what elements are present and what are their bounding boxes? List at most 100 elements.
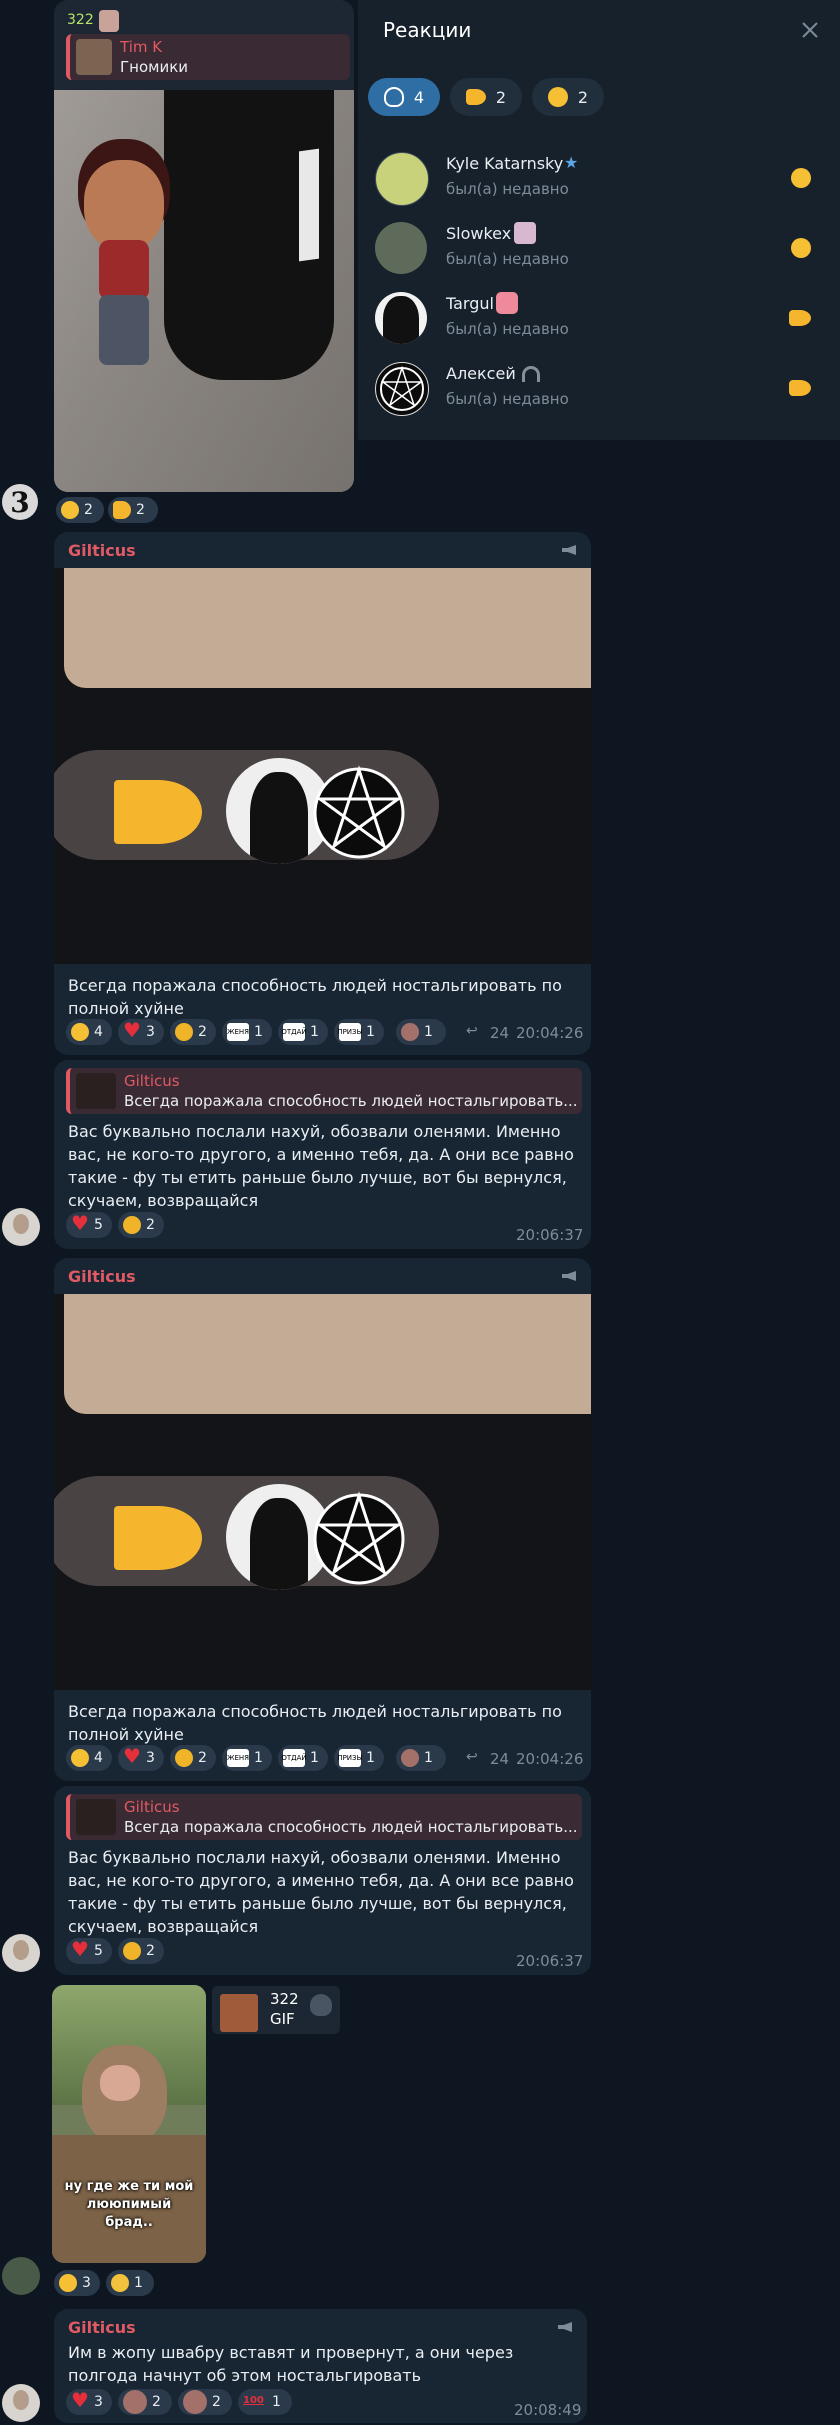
reaction-chip[interactable]: 1 (396, 1019, 446, 1045)
reply-preview[interactable]: Gilticus Всегда поражала способность люд… (66, 1794, 582, 1840)
user-avatar[interactable] (2, 2257, 40, 2295)
reaction-chip[interactable]: 2 (118, 1938, 164, 1964)
reaction-chip[interactable]: 2 (170, 1019, 216, 1045)
tab-count: 2 (577, 87, 589, 107)
cat-sticker-icon (310, 1994, 332, 2016)
reaction-chip[interactable]: 1 (396, 1745, 446, 1771)
sticker-avatar (99, 10, 119, 32)
message-time: 20:04:26 (516, 1024, 584, 1042)
reaction-chip[interactable]: ЖЕНЯ 1 (222, 1019, 272, 1045)
user-avatar (375, 152, 429, 206)
gif-thumbnail (220, 1994, 258, 2032)
reaction-chip[interactable]: 4 (66, 1745, 112, 1771)
face-icon (123, 2390, 147, 2414)
message-bubble[interactable]: Gilticus Им в жопу швабру вставят и пров… (54, 2309, 587, 2423)
video-thumbnail[interactable] (54, 90, 354, 492)
reply-text: Всегда поражала способность людей ностал… (124, 1092, 578, 1110)
message-author[interactable]: Gilticus (68, 541, 136, 560)
reaction-count: 1 (254, 1024, 263, 1040)
reaction-count: 3 (146, 1750, 155, 1766)
reaction-chip[interactable]: 3 (54, 2270, 100, 2296)
user-avatar[interactable] (2, 1934, 40, 1972)
reaction-count: 2 (146, 1217, 155, 1233)
reaction-count: 3 (94, 2394, 103, 2410)
cup-logo-text (299, 148, 319, 262)
pointing-hand-icon (465, 89, 486, 105)
user-name: Slowkex (446, 224, 512, 243)
screenshot-image[interactable] (54, 568, 591, 964)
sticker-icon: ПРИЗЫ (337, 1749, 363, 1767)
reaction-chip-pointing[interactable]: 2 (108, 497, 158, 523)
message-author[interactable]: Gilticus (68, 1267, 136, 1286)
reaction-chip[interactable]: ЖЕНЯ 1 (222, 1745, 272, 1771)
heart-icon (71, 2388, 89, 2412)
pointing-hand-icon (114, 1506, 202, 1570)
gif-label: GIF (270, 2010, 295, 2028)
reply-author: Tim K (120, 38, 163, 56)
reaction-chip[interactable]: 3 (118, 1018, 164, 1045)
user-status: был(а) недавно (446, 250, 569, 268)
reaction-chip[interactable]: ОТДАЙ 1 (278, 1019, 328, 1045)
reaction-chip[interactable]: 3 (66, 2388, 112, 2415)
reaction-chip[interactable]: ПРИЗЫ 1 (334, 1745, 384, 1771)
reaction-chip[interactable]: 4 (66, 1019, 112, 1045)
reaction-chip[interactable]: 1 (106, 2270, 154, 2296)
thinking-face-icon (123, 1216, 141, 1234)
reaction-chip[interactable]: 5 (66, 1211, 112, 1238)
reply-preview[interactable]: Gilticus Всегда поражала способность люд… (66, 1068, 582, 1114)
close-icon[interactable] (798, 18, 822, 42)
message-bubble[interactable]: Gilticus Всегда поражала способность люд… (54, 532, 591, 1055)
view-count: 322 (67, 12, 94, 28)
reaction-user-row[interactable]: Slowkex был(а) недавно (358, 220, 840, 280)
smile-icon (71, 1749, 89, 1767)
message-bubble[interactable]: Gilticus Всегда поражала способность люд… (54, 1258, 591, 1781)
message-bubble[interactable]: Gilticus Всегда поражала способность люд… (54, 1060, 591, 1249)
screenshot-image[interactable] (54, 1294, 591, 1690)
reaction-chip[interactable]: 2 (178, 2389, 232, 2415)
message-time: 20:04:26 (516, 1750, 584, 1768)
message-author[interactable]: Gilticus (68, 2318, 136, 2337)
user-avatar[interactable]: 3 (2, 484, 38, 520)
forward-count: 24 (490, 1750, 510, 1768)
reaction-chip[interactable]: 2 (118, 1212, 164, 1238)
view-count: 322 (270, 1990, 299, 2008)
reaction-chip[interactable]: 2 (118, 2389, 172, 2415)
reply-author: Gilticus (124, 1072, 180, 1090)
reaction-user-row[interactable]: Алексей был(а) недавно (358, 360, 840, 420)
reaction-user-row[interactable]: Targul был(а) недавно (358, 290, 840, 350)
face-icon (401, 1749, 419, 1767)
top-video-message[interactable]: 322 Tim K Гномики (54, 0, 354, 492)
tab-pointing[interactable]: 2 (450, 78, 522, 116)
pointing-hand-icon (789, 310, 811, 326)
sticker-icon: ЖЕНЯ (227, 1749, 249, 1767)
reaction-chip[interactable]: ПРИЗЫ 1 (334, 1019, 384, 1045)
tab-all-reactions[interactable]: 4 (368, 78, 440, 116)
user-avatar[interactable] (2, 1208, 40, 1246)
reply-thumbnail (76, 1799, 116, 1835)
reaction-user-row[interactable]: Kyle Katarnsky ★ был(а) недавно (358, 150, 840, 210)
reaction-chip[interactable]: 1 (238, 2389, 292, 2415)
user-avatar[interactable] (2, 2384, 40, 2422)
message-text: Всегда поражала способность людей ностал… (68, 976, 562, 1018)
message-bubble[interactable]: Gilticus Всегда поражала способность люд… (54, 1786, 591, 1975)
forward-count: 24 (490, 1024, 510, 1042)
reaction-chip[interactable]: 5 (66, 1937, 112, 1964)
reaction-chip[interactable]: 3 (118, 1744, 164, 1771)
tab-smile[interactable]: 2 (532, 78, 604, 116)
reaction-count: 4 (94, 1750, 103, 1766)
crying-face-icon (111, 2274, 129, 2292)
gif-image[interactable]: ну где же ти мой лююпимый брад.. (52, 1985, 206, 2263)
reaction-count: 1 (134, 2275, 143, 2291)
reaction-chip[interactable]: ОТДАЙ 1 (278, 1745, 328, 1771)
reply-preview[interactable]: Tim K Гномики (66, 34, 350, 80)
reaction-count: 2 (146, 1943, 155, 1959)
sticker-icon: ПРИЗЫ (337, 1023, 363, 1041)
reaction-chip[interactable]: 2 (170, 1745, 216, 1771)
heart-icon (71, 1937, 89, 1961)
channel-speaker-icon (558, 2322, 572, 2332)
reaction-count: 3 (82, 2275, 91, 2291)
pointing-hand-icon (789, 380, 811, 396)
reaction-chip-smile[interactable]: 2 (56, 497, 104, 523)
gif-reply-preview[interactable]: 322 GIF (212, 1986, 340, 2034)
face-icon (401, 1023, 419, 1041)
